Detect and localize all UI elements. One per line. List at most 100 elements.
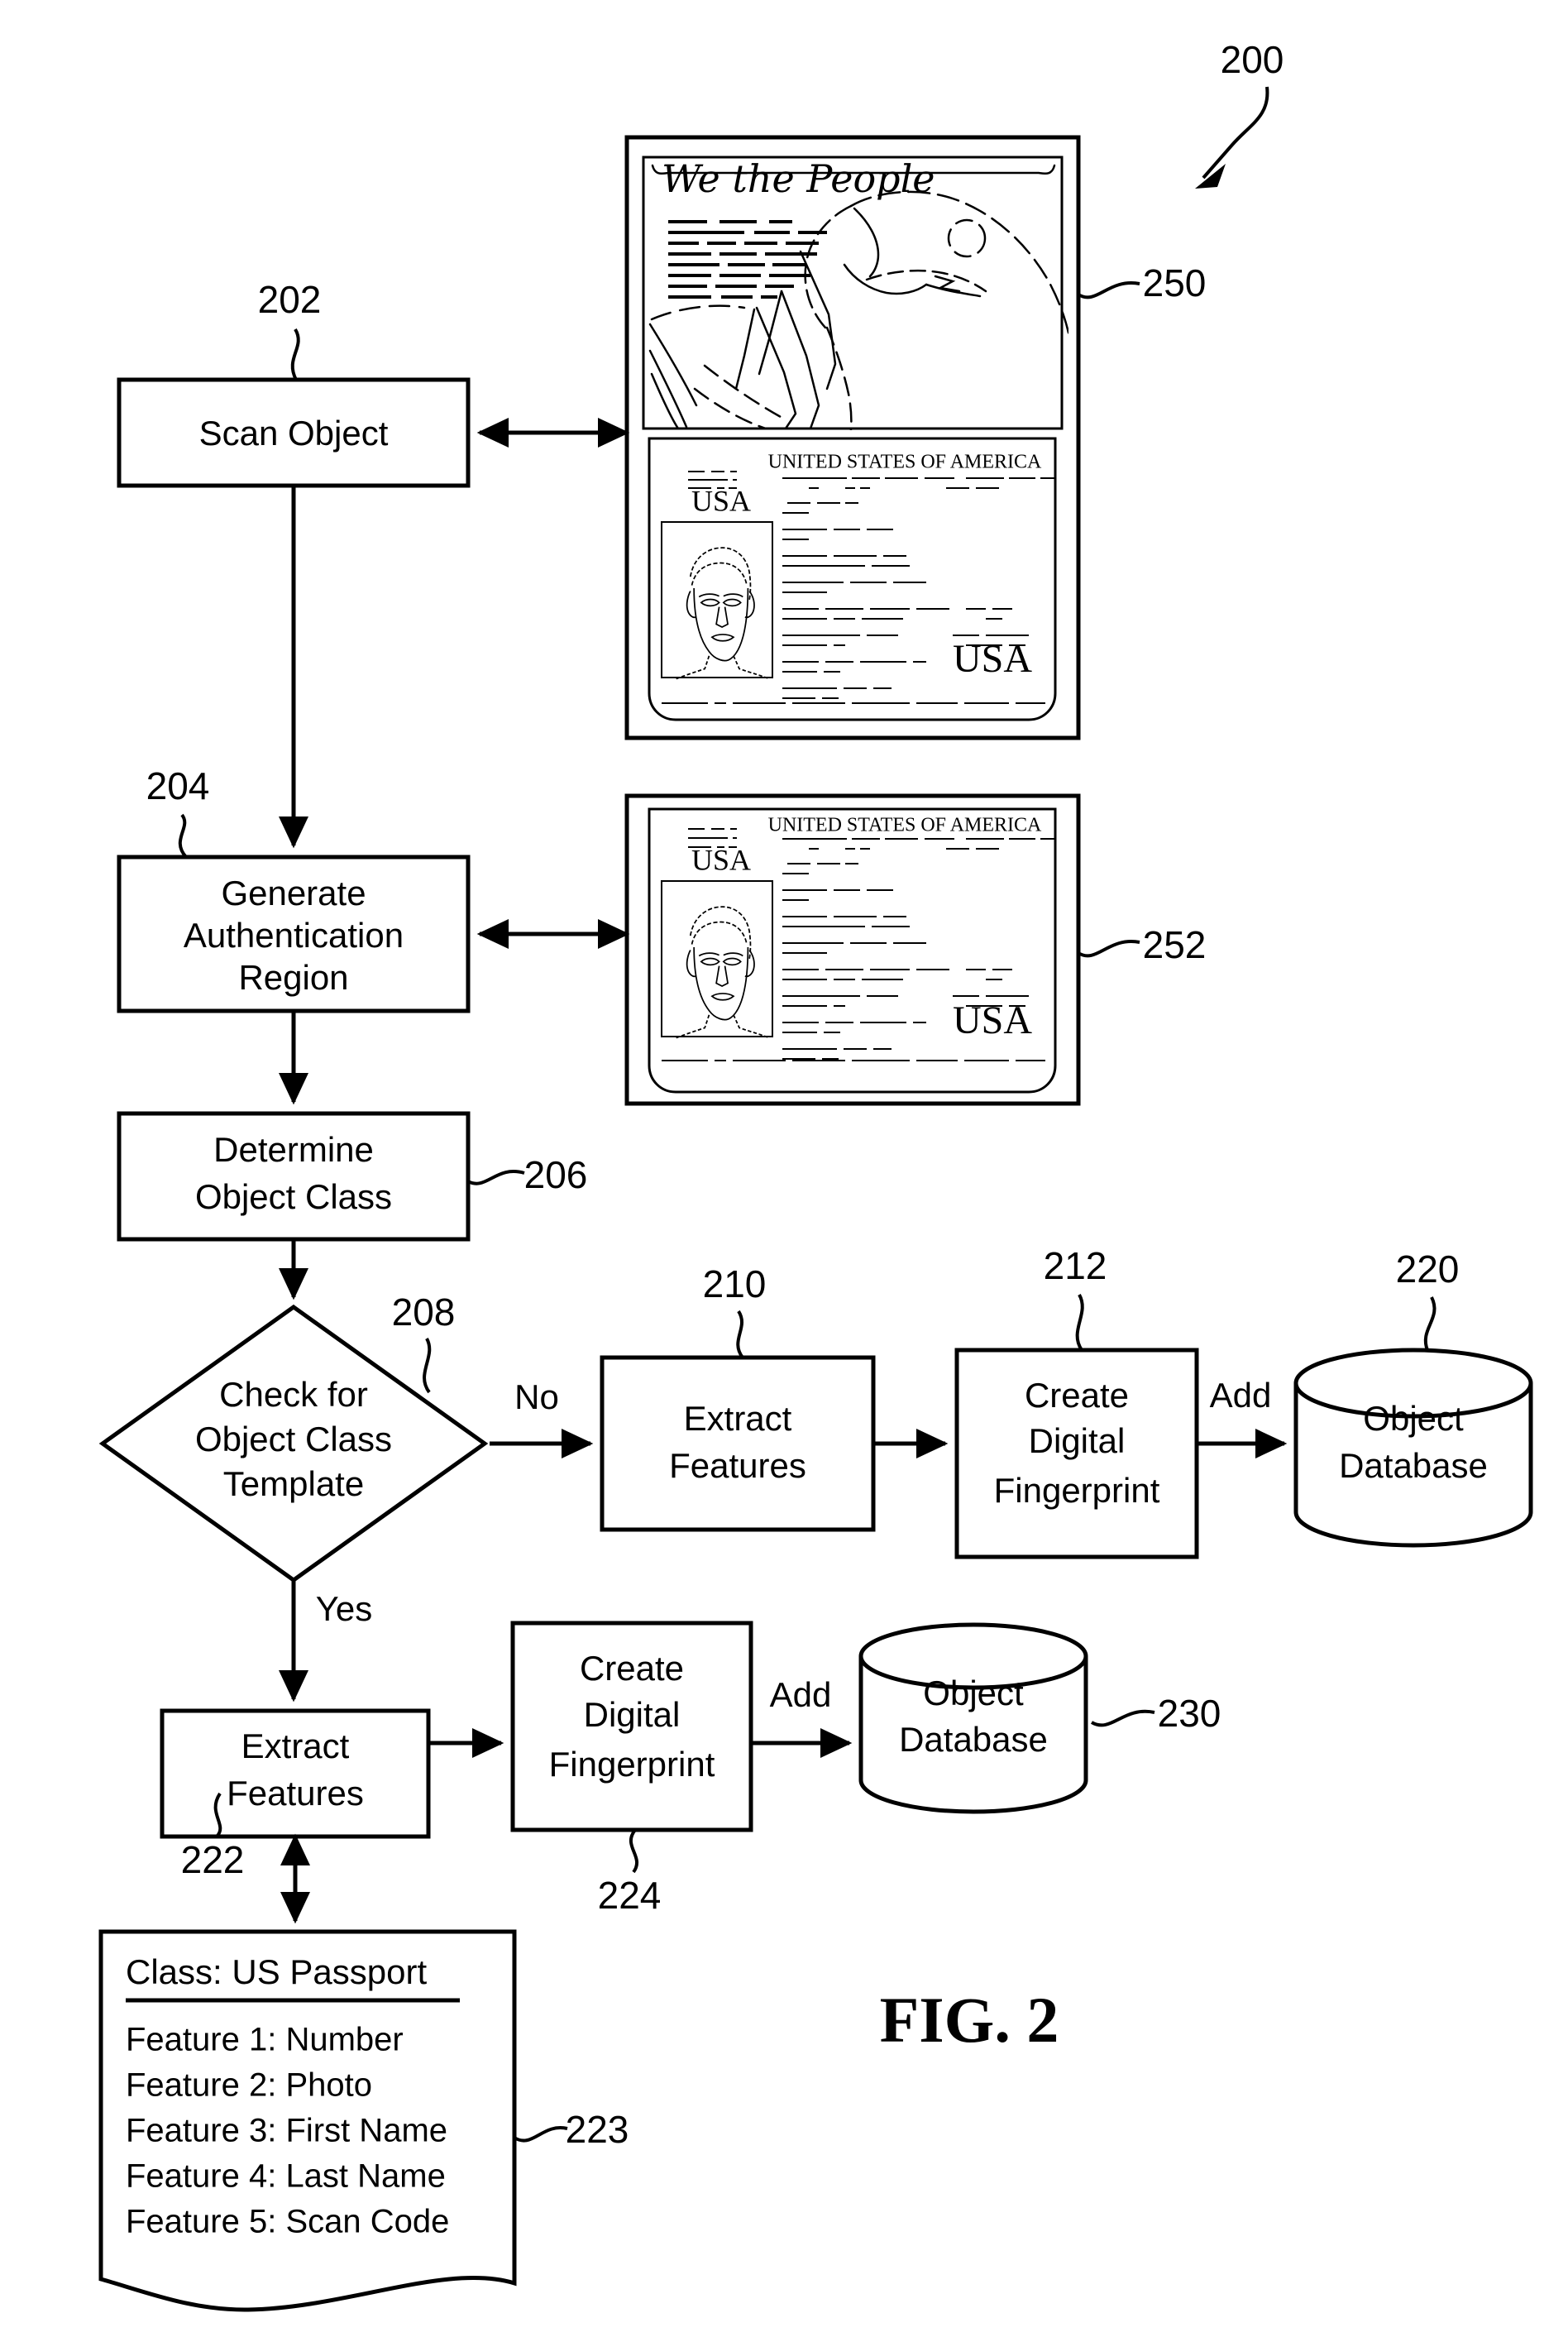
ref-223-group: 223: [513, 2108, 629, 2151]
ref-210-leader: [736, 1310, 744, 1359]
passport-constitution-page: We the People: [642, 156, 1068, 430]
ref-202-group: 202: [258, 278, 322, 381]
feature-row-1: Feature 1: Number: [126, 2022, 404, 2058]
node-object-database-yes-branch[interactable]: Object Database: [858, 1622, 1088, 1814]
determine-object-class-label-2: Object Class: [195, 1177, 392, 1216]
generate-auth-region-label-1: Generate: [221, 874, 366, 912]
ref-label-250: 250: [1143, 261, 1207, 304]
passport-open-illustration: We the People UNITED STATES OF AMERICA U…: [624, 135, 1207, 740]
check-template-label-2: Object Class: [195, 1420, 392, 1458]
edge-label-add-lower: Add: [770, 1675, 832, 1714]
extract-features-no-box[interactable]: [600, 1355, 876, 1532]
constitution-page-art: We the People: [648, 156, 1068, 430]
ref-208-group: 208: [392, 1291, 456, 1394]
patent-figure-2: 200 Scan Object 202 Generate Authenticat…: [0, 0, 1568, 2337]
ref-230-leader: [1090, 1709, 1155, 1727]
ref-230-group: 230: [1090, 1692, 1221, 1735]
feature-row-2: Feature 2: Photo: [126, 2067, 372, 2104]
generate-auth-region-label-3: Region: [238, 958, 348, 997]
constitution-script-text: We the People: [662, 156, 935, 201]
overall-reference-200: 200: [1195, 38, 1284, 189]
ref-label-202: 202: [258, 278, 322, 321]
ref-200-leader: [1202, 86, 1269, 180]
passport-page-portrait: [676, 906, 770, 1039]
ref-212-leader: [1075, 1294, 1084, 1352]
scan-object-label: Scan Object: [199, 414, 389, 453]
passport-open-usa-large: USA: [953, 637, 1032, 681]
ref-label-222: 222: [181, 1838, 245, 1881]
create-fingerprint-yes-label-2: Digital: [584, 1695, 681, 1734]
node-create-digital-fingerprint-no-branch[interactable]: Create Digital Fingerprint: [954, 1348, 1199, 1559]
edge-label-no: No: [514, 1377, 559, 1416]
extract-features-yes-label-2: Features: [227, 1774, 364, 1813]
node-generate-authentication-region[interactable]: Generate Authentication Region: [117, 855, 471, 1013]
feature-row-4: Feature 4: Last Name: [126, 2158, 446, 2195]
passport-page-photo-frame: [661, 880, 773, 1037]
ref-label-252: 252: [1143, 923, 1207, 966]
ref-label-220: 220: [1396, 1248, 1460, 1291]
feature-row-3: Feature 3: First Name: [126, 2113, 447, 2149]
check-template-label-3: Template: [223, 1464, 364, 1503]
feature-row-5: Feature 5: Scan Code: [126, 2204, 449, 2240]
ref-202-leader: [290, 328, 300, 381]
node-class-template-document[interactable]: Class: US Passport Feature 1: Number Fea…: [98, 1929, 517, 2312]
ref-label-200: 200: [1221, 38, 1284, 81]
passport-page-illustration: UNITED STATES OF AMERICA USA USA 252: [624, 793, 1207, 1106]
node-determine-object-class[interactable]: Determine Object Class: [117, 1111, 471, 1242]
object-database-yes-cylinder[interactable]: [858, 1622, 1088, 1814]
edge-label-yes: Yes: [316, 1589, 373, 1628]
generate-auth-region-label-2: Authentication: [184, 916, 404, 955]
ref-label-224: 224: [598, 1874, 662, 1917]
ref-206-leader: [467, 1170, 525, 1185]
passport-open-caption: UNITED STATES OF AMERICA: [768, 452, 1042, 473]
ref-label-208: 208: [392, 1291, 456, 1334]
edge-label-add-upper: Add: [1210, 1376, 1272, 1415]
ref-252-group: 252: [1077, 923, 1207, 966]
passport-open-usa-small: USA: [691, 484, 751, 517]
ref-210-group: 210: [703, 1262, 767, 1359]
ref-label-212: 212: [1044, 1244, 1107, 1287]
ref-220-group: 220: [1396, 1248, 1460, 1351]
ref-label-204: 204: [146, 764, 210, 807]
passport-page-caption: UNITED STATES OF AMERICA: [768, 815, 1042, 836]
object-database-yes-label-1: Object: [923, 1674, 1024, 1712]
node-object-database-no-branch[interactable]: Object Database: [1293, 1348, 1533, 1548]
ref-220-leader: [1423, 1296, 1437, 1351]
create-fingerprint-yes-label-3: Fingerprint: [549, 1745, 715, 1784]
ref-label-223: 223: [566, 2108, 629, 2151]
ref-212-group: 212: [1044, 1244, 1107, 1352]
object-database-no-label-2: Database: [1339, 1446, 1488, 1485]
determine-object-class-label-1: Determine: [213, 1130, 374, 1169]
passport-open-portrait: [676, 547, 770, 680]
extract-features-no-label-1: Extract: [684, 1399, 792, 1438]
flow-connectors: No Add Yes Add: [279, 418, 1288, 1924]
node-scan-object[interactable]: Scan Object: [117, 377, 471, 488]
ref-224-group: 224: [598, 1828, 662, 1917]
figure-label: FIG. 2: [880, 1984, 1059, 2056]
ref-250-group: 250: [1077, 261, 1207, 304]
ref-222-leader: [213, 1792, 222, 1838]
passport-page-usa-small: USA: [691, 843, 751, 876]
ref-206-group: 206: [467, 1153, 588, 1196]
ref-252-leader: [1077, 940, 1140, 958]
object-database-yes-label-2: Database: [899, 1720, 1048, 1759]
ref-250-leader: [1077, 281, 1140, 299]
check-template-label-1: Check for: [219, 1375, 368, 1414]
ref-223-leader: [513, 2125, 568, 2143]
ref-204-leader: [178, 813, 188, 859]
ref-label-230: 230: [1158, 1692, 1221, 1735]
extract-features-no-label-2: Features: [669, 1446, 806, 1485]
node-create-digital-fingerprint-yes-branch[interactable]: Create Digital Fingerprint: [510, 1621, 753, 1832]
ref-label-206: 206: [524, 1153, 588, 1196]
node-check-for-object-class-template[interactable]: Check for Object Class Template: [98, 1304, 489, 1583]
node-extract-features-yes-branch[interactable]: Extract Features: [160, 1708, 431, 1839]
passport-open-data-page: UNITED STATES OF AMERICA USA USA: [648, 437, 1057, 721]
create-fingerprint-no-label-3: Fingerprint: [994, 1471, 1160, 1510]
create-fingerprint-no-label-2: Digital: [1029, 1421, 1126, 1460]
node-extract-features-no-branch[interactable]: Extract Features: [600, 1355, 876, 1532]
ref-204-group: 204: [146, 764, 210, 859]
extract-features-yes-label-1: Extract: [241, 1726, 350, 1765]
figure-canvas: 200 Scan Object 202 Generate Authenticat…: [98, 38, 1533, 2312]
passport-page-usa-large: USA: [953, 998, 1032, 1042]
ref-label-210: 210: [703, 1262, 767, 1305]
